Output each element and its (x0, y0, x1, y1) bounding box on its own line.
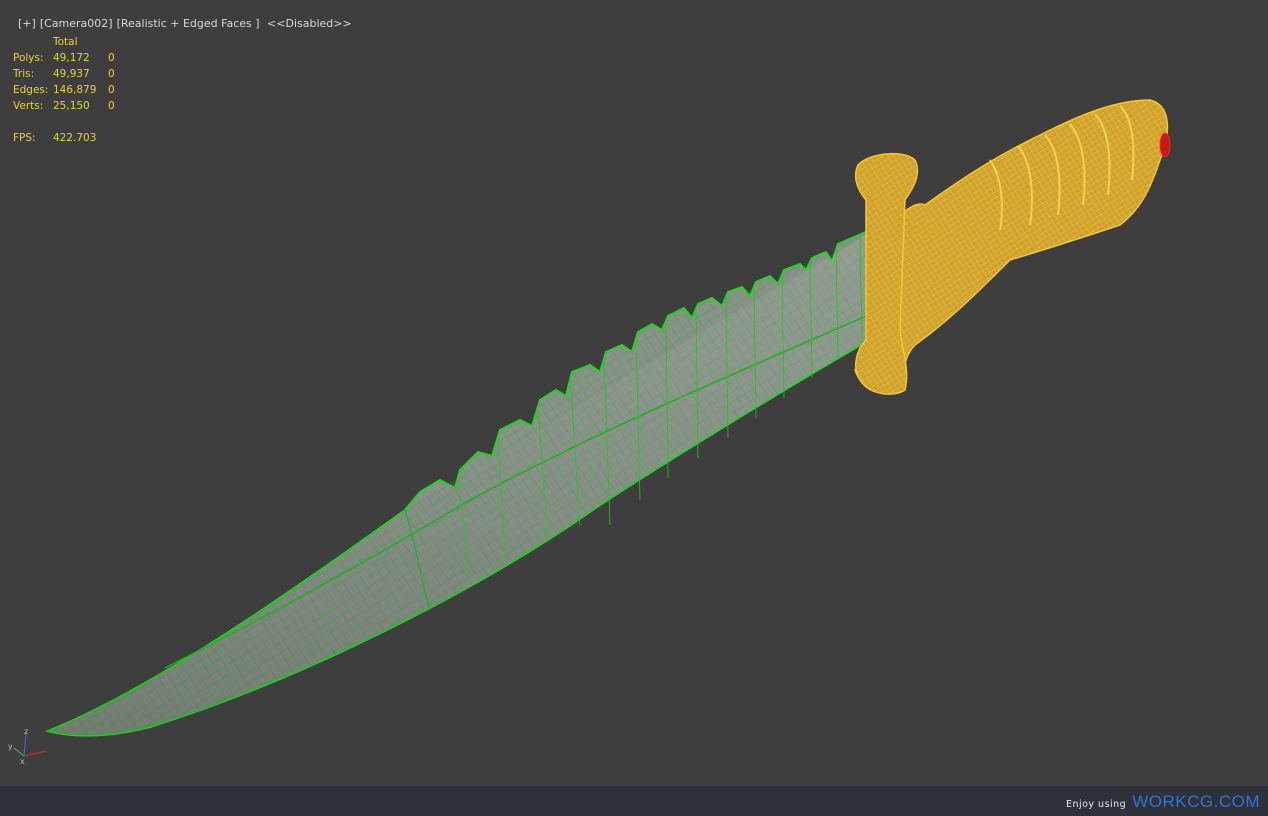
statistics-overlay: Total Polys: 49,172 0 Tris: 49,937 0 Edg… (13, 34, 128, 146)
axis-y-label: y (8, 742, 13, 751)
pommel-gem (1159, 132, 1171, 158)
watermark-brand: WORKCG.COM (1132, 792, 1260, 811)
viewport-shading-menu[interactable]: [Realistic + Edged Faces ] (117, 17, 260, 30)
stats-row-edges: Edges: 146,879 0 (13, 84, 115, 96)
viewport-camera-menu[interactable]: [Camera002] (40, 17, 113, 30)
stats-fps: FPS: 422.703 (13, 132, 97, 144)
3d-viewport[interactable]: [+] [Camera002] [Realistic + Edged Faces ]… (0, 0, 1268, 786)
viewport-menu-plus[interactable]: [+] (18, 17, 36, 30)
axis-gizmo-icon: z y x (8, 727, 47, 764)
stats-row-polys: Polys: 49,172 0 (13, 52, 115, 64)
status-bar: Enjoy using WORKCG.COM (0, 786, 1268, 816)
stats-row-verts: Verts: 25,150 0 (13, 100, 115, 112)
watermark: Enjoy using WORKCG.COM (1066, 792, 1260, 812)
knife-model[interactable] (0, 0, 1268, 786)
stats-row-tris: Tris: 49,937 0 (13, 68, 115, 80)
viewport-status[interactable]: <<Disabled>> (267, 17, 352, 30)
watermark-prefix: Enjoy using (1065, 799, 1127, 810)
blade-shading (48, 226, 884, 736)
stats-header-total: Total (53, 36, 78, 48)
axis-x-label: x (20, 757, 25, 764)
axis-z-label: z (24, 727, 28, 736)
